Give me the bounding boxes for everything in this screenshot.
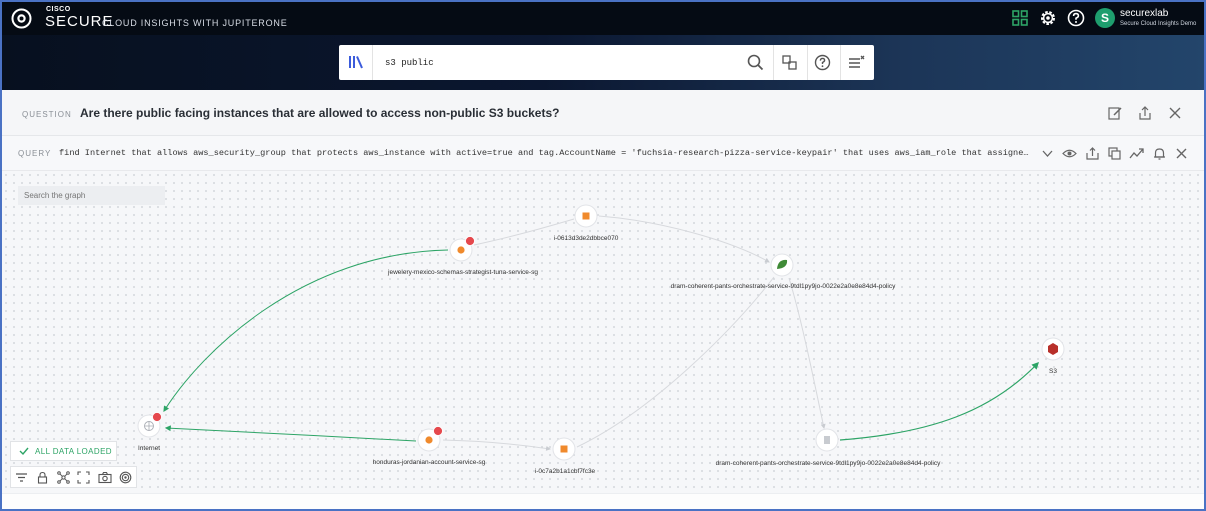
question-text: Are there public facing instances that a… [80,106,560,120]
node-label-internet: Internet [137,445,161,452]
lock-icon [37,471,47,484]
search-separator [840,45,841,80]
node-label-policy-bottom: dram-coherent-pants-orchestrate-service-… [715,460,941,467]
node-label-sg-top: jewelery-mexico-schemas-strategist-tuna-… [388,269,538,276]
help-circle-icon[interactable] [813,53,832,72]
node-security-group-bottom[interactable] [417,426,443,452]
layout-icon [56,470,70,484]
export-icon[interactable] [1085,146,1100,161]
node-label-s3: S3 [1049,368,1057,375]
app-frame: CISCO SECURE CLOUD INSIGHTS WITH JUPITER… [0,0,1206,511]
data-loaded-status: ALL DATA LOADED [10,441,117,461]
edit-icon[interactable] [1107,105,1123,121]
edge-policy-bottom-to-s3 [839,361,1039,441]
data-loaded-label: ALL DATA LOADED [35,446,112,456]
search-separator [807,45,808,80]
query-bar: QUERY find Internet that allows aws_secu… [2,136,1204,171]
edge-sg-bottom-to-internet [164,425,417,442]
camera-icon [98,471,112,483]
close-icon[interactable] [1174,146,1189,161]
node-instance-top[interactable] [574,204,598,228]
fullscreen-icon [77,470,90,484]
node-s3[interactable] [1041,337,1065,361]
edge-sg-bottom-to-instance-bottom [442,439,551,451]
fullscreen-button[interactable] [73,467,94,487]
filter-button[interactable] [11,467,32,487]
brand-company: CISCO [46,6,71,13]
bottom-strip [2,493,1204,509]
share-icon[interactable] [1137,105,1153,121]
search-input[interactable] [385,56,735,70]
apps-grid-icon[interactable] [1010,8,1030,28]
cisco-logo-icon [11,8,32,29]
question-label: QUESTION [22,110,72,119]
node-label-policy-top: dram-coherent-pants-orchestrate-service-… [670,283,896,290]
node-instance-bottom[interactable] [552,437,576,461]
snapshot-button[interactable] [94,467,115,487]
edge-instance-bottom-to-policy-top [576,276,775,448]
node-label-sg-bottom: honduras-jordanian-account-service-sg [372,459,486,466]
trend-icon[interactable] [1129,146,1144,161]
graph-toolbar [10,466,137,488]
library-icon[interactable] [347,54,365,70]
target-icon [119,471,132,483]
user-name[interactable]: securexlab [1120,8,1168,19]
gear-icon[interactable] [1038,8,1058,28]
lock-button[interactable] [32,467,53,487]
eye-icon[interactable] [1062,146,1077,161]
layout-button[interactable] [53,467,74,487]
edge-policy-top-to-policy-bottom [788,277,826,429]
brand-subtitle: CLOUD INSIGHTS WITH JUPITERONE [102,18,288,28]
node-policy-top[interactable] [770,253,794,277]
focus-button[interactable] [115,467,136,487]
clear-filter-icon[interactable] [847,53,866,72]
search-divider [372,45,373,80]
search-separator [773,45,774,80]
checkmark-icon [19,447,29,456]
node-label-instance-bottom: i-0c7a2b1a1cbf7fc3e [534,468,596,475]
query-text[interactable]: find Internet that allows aws_security_g… [59,148,1029,158]
node-internet[interactable] [137,412,162,438]
close-icon[interactable] [1167,105,1183,121]
query-label: QUERY [18,149,52,158]
node-security-group-top[interactable] [449,236,475,262]
edge-instance-top-to-policy-top [598,215,770,263]
help-icon[interactable] [1066,8,1086,28]
question-bar: QUESTION Are there public facing instanc… [2,90,1204,136]
user-avatar[interactable]: S [1095,8,1115,28]
search-box [339,45,874,80]
translate-icon[interactable] [780,53,799,72]
filter-icon [15,472,27,482]
user-org: Secure Cloud Insights Demo [1120,21,1197,27]
search-icon[interactable] [746,53,765,72]
graph-canvas[interactable]: Internet jewelery-mexico-schemas-strateg… [2,171,1204,493]
copy-icon[interactable] [1107,146,1122,161]
chevron-down-icon[interactable] [1040,146,1055,161]
graph-edges-layer [137,204,1065,461]
node-policy-bottom[interactable] [815,428,839,452]
node-label-instance-top: i-0613d3de2dbbce070 [553,235,619,242]
top-navigation-bar: CISCO SECURE CLOUD INSIGHTS WITH JUPITER… [2,2,1204,35]
bell-icon[interactable] [1152,146,1167,161]
